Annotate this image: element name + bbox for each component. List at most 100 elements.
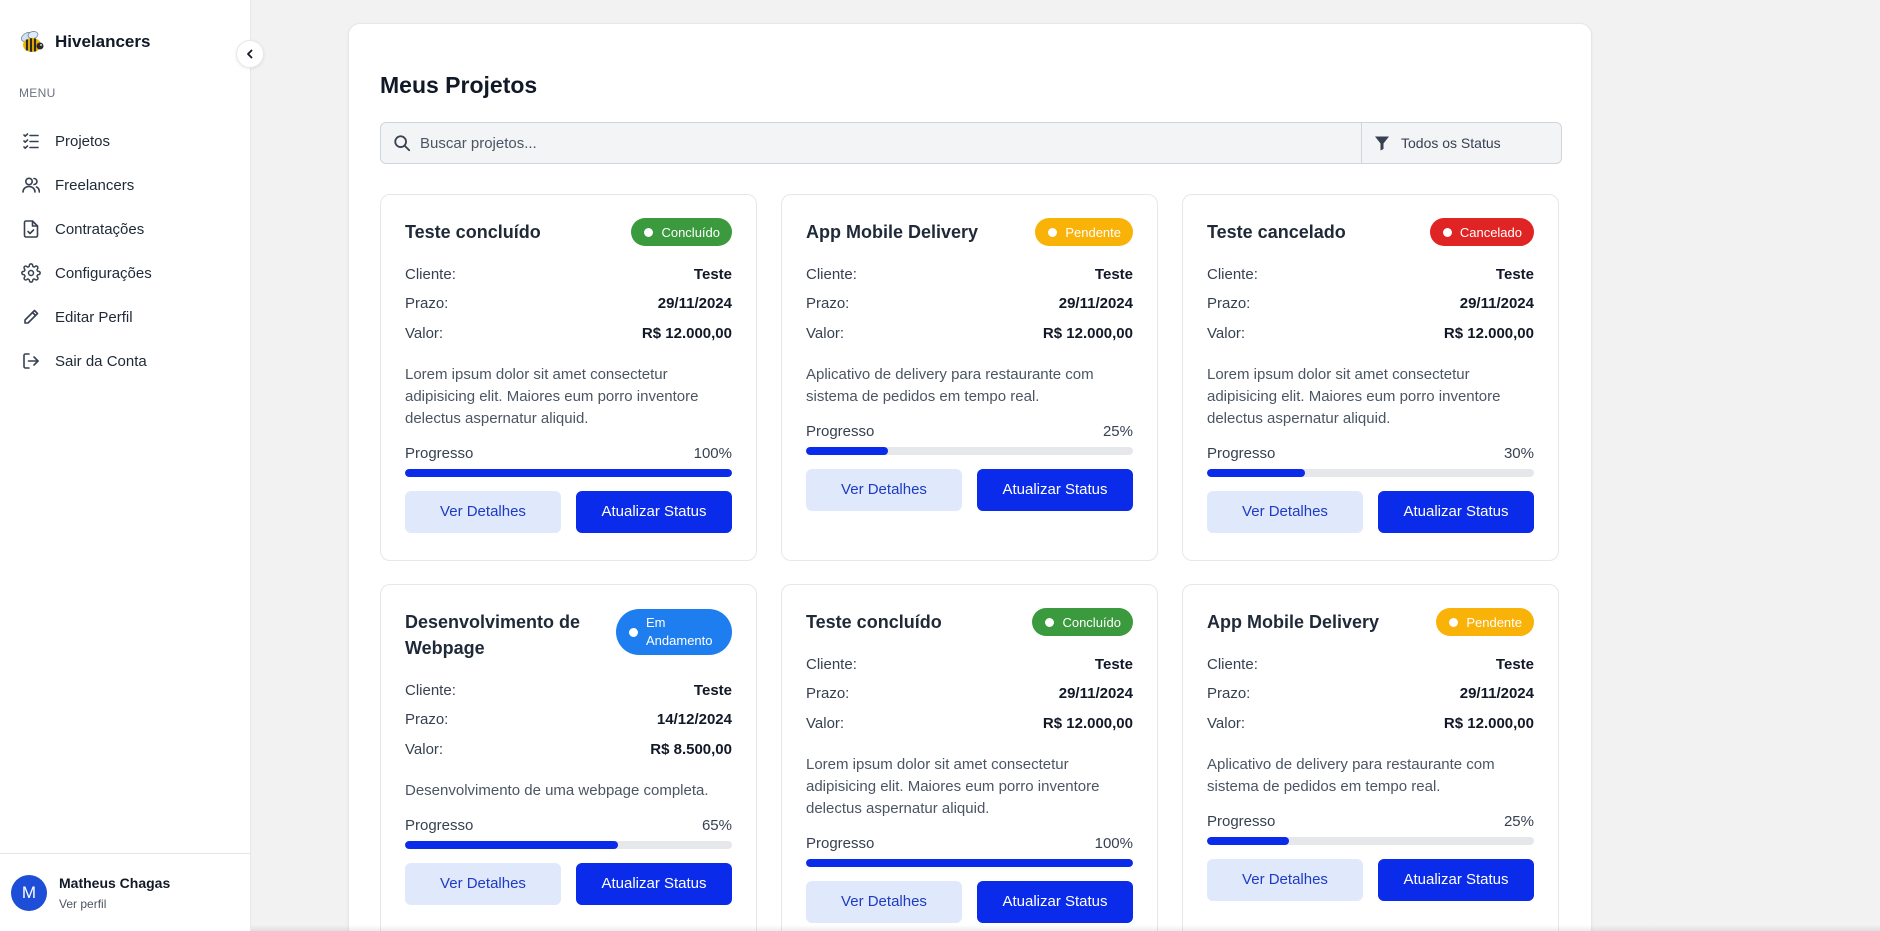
value-amount: R$ 12.000,00 bbox=[641, 324, 732, 342]
status-filter-select[interactable]: Todos os Status bbox=[1361, 123, 1561, 163]
update-status-button[interactable]: Atualizar Status bbox=[576, 490, 732, 533]
sidebar-item-label: Sair da Conta bbox=[55, 352, 147, 370]
sidebar-item-editar-perfil[interactable]: Editar Perfil bbox=[0, 295, 251, 339]
sidebar-nav: Projetos Freelancers Contratações Config… bbox=[0, 119, 251, 383]
progress-label: Progresso bbox=[806, 422, 875, 440]
status-text: Pendente bbox=[1466, 614, 1522, 630]
status-text: Em Andamento bbox=[646, 615, 713, 648]
status-text: Cancelado bbox=[1459, 224, 1522, 240]
sidebar-item-label: Contratações bbox=[55, 220, 145, 238]
project-title: Teste concluído bbox=[405, 222, 541, 242]
progress-label: Progresso bbox=[1207, 444, 1276, 462]
view-details-button[interactable]: Ver Detalhes bbox=[1207, 490, 1363, 533]
deadline-value: 29/11/2024 bbox=[1459, 295, 1534, 312]
progress-label: Progresso bbox=[1207, 812, 1276, 830]
update-status-button[interactable]: Atualizar Status bbox=[1378, 490, 1534, 533]
sidebar-item-projetos[interactable]: Projetos bbox=[0, 119, 251, 163]
deadline-row: Prazo: 29/11/2024 bbox=[806, 294, 1133, 314]
deadline-row: Prazo: 29/11/2024 bbox=[1207, 684, 1534, 704]
status-dot-icon bbox=[644, 227, 654, 237]
progress-label: Progresso bbox=[806, 834, 875, 852]
progress-bar bbox=[1207, 836, 1534, 845]
search-bar: Todos os Status bbox=[380, 122, 1562, 164]
brand[interactable]: Hivelancers bbox=[18, 28, 150, 56]
project-title: App Mobile Delivery bbox=[806, 222, 979, 242]
progress-fill bbox=[806, 446, 888, 455]
view-details-button[interactable]: Ver Detalhes bbox=[806, 468, 962, 511]
deadline-label: Prazo: bbox=[405, 711, 449, 728]
client-row: Cliente: Teste bbox=[1207, 264, 1534, 284]
pencil-icon bbox=[21, 307, 41, 327]
projects-panel: Meus Projetos Todos os Status Teste conc… bbox=[348, 23, 1592, 931]
view-details-button[interactable]: Ver Detalhes bbox=[405, 490, 561, 533]
client-row: Cliente: Teste bbox=[1207, 654, 1534, 674]
deadline-row: Prazo: 29/11/2024 bbox=[1207, 294, 1534, 314]
view-details-button[interactable]: Ver Detalhes bbox=[1207, 858, 1363, 901]
deadline-label: Prazo: bbox=[405, 295, 449, 312]
progress-percent: 25% bbox=[1102, 422, 1133, 440]
sidebar-item-freelancers[interactable]: Freelancers bbox=[0, 163, 251, 207]
bottom-shade bbox=[251, 925, 1880, 931]
progress-label: Progresso bbox=[405, 816, 474, 834]
search-input[interactable] bbox=[420, 123, 1361, 163]
client-row: Cliente: Teste bbox=[806, 654, 1133, 674]
value-row: Valor: R$ 12.000,00 bbox=[1207, 713, 1534, 733]
sidebar-item-sair[interactable]: Sair da Conta bbox=[0, 339, 251, 383]
value-label: Valor: bbox=[1207, 324, 1246, 342]
progress-bar bbox=[806, 446, 1133, 455]
progress-header: Progresso 25% bbox=[806, 423, 1133, 440]
project-description: Aplicativo de delivery para restaurante … bbox=[1207, 755, 1495, 795]
update-status-button[interactable]: Atualizar Status bbox=[977, 880, 1133, 923]
client-label: Cliente: bbox=[806, 265, 857, 283]
client-label: Cliente: bbox=[1207, 265, 1258, 283]
project-title: Desenvolvimento de Webpage bbox=[405, 612, 581, 658]
project-card: App Mobile Delivery Pendente Cliente: Te… bbox=[781, 194, 1158, 561]
value-label: Valor: bbox=[405, 740, 444, 758]
status-text: Concluído bbox=[1062, 614, 1121, 630]
sidebar-item-label: Projetos bbox=[55, 132, 111, 150]
progress-header: Progresso 100% bbox=[806, 835, 1133, 852]
value-amount: R$ 12.000,00 bbox=[1443, 714, 1534, 732]
value-label: Valor: bbox=[405, 324, 444, 342]
status-dot-icon bbox=[1442, 227, 1452, 237]
sidebar-item-configuracoes[interactable]: Configurações bbox=[0, 251, 251, 295]
status-dot-icon bbox=[1449, 617, 1459, 627]
progress-fill bbox=[1207, 836, 1289, 845]
project-card: Teste concluído Concluído Cliente: Teste… bbox=[380, 194, 757, 561]
menu-heading: MENU bbox=[19, 86, 56, 100]
sidebar-item-label: Configurações bbox=[55, 264, 152, 282]
deadline-label: Prazo: bbox=[1207, 295, 1251, 312]
deadline-value: 29/11/2024 bbox=[1459, 685, 1534, 702]
view-profile-link[interactable]: Ver perfil bbox=[59, 897, 170, 911]
value-amount: R$ 8.500,00 bbox=[650, 740, 732, 758]
update-status-button[interactable]: Atualizar Status bbox=[1378, 858, 1534, 901]
project-description: Desenvolvimento de uma webpage completa. bbox=[405, 781, 709, 799]
brand-name: Hivelancers bbox=[55, 32, 151, 51]
deadline-value: 29/11/2024 bbox=[1058, 685, 1133, 702]
user-profile[interactable]: M Matheus Chagas Ver perfil bbox=[0, 853, 251, 931]
project-title: App Mobile Delivery bbox=[1207, 612, 1380, 632]
view-details-button[interactable]: Ver Detalhes bbox=[806, 880, 962, 923]
status-text: Concluído bbox=[661, 224, 720, 240]
list-icon bbox=[21, 131, 41, 151]
update-status-button[interactable]: Atualizar Status bbox=[576, 862, 732, 905]
client-value: Teste bbox=[693, 265, 732, 283]
project-description: Lorem ipsum dolor sit amet consectetur a… bbox=[1207, 365, 1501, 427]
status-dot-icon bbox=[1048, 227, 1058, 237]
sidebar-item-label: Editar Perfil bbox=[55, 308, 133, 326]
value-label: Valor: bbox=[1207, 714, 1246, 732]
sidebar-item-contratacoes[interactable]: Contratações bbox=[0, 207, 251, 251]
progress-bar bbox=[405, 840, 732, 849]
status-dot-icon bbox=[629, 627, 638, 637]
client-label: Cliente: bbox=[806, 655, 857, 673]
deadline-label: Prazo: bbox=[806, 685, 850, 702]
collapse-sidebar-button[interactable] bbox=[236, 40, 264, 68]
view-details-button[interactable]: Ver Detalhes bbox=[405, 862, 561, 905]
update-status-button[interactable]: Atualizar Status bbox=[977, 468, 1133, 511]
client-value: Teste bbox=[1094, 655, 1133, 673]
deadline-value: 29/11/2024 bbox=[657, 295, 732, 312]
chevron-left-icon bbox=[247, 49, 253, 59]
progress-percent: 25% bbox=[1503, 812, 1534, 830]
filter-icon bbox=[1375, 136, 1389, 151]
client-label: Cliente: bbox=[405, 265, 456, 283]
